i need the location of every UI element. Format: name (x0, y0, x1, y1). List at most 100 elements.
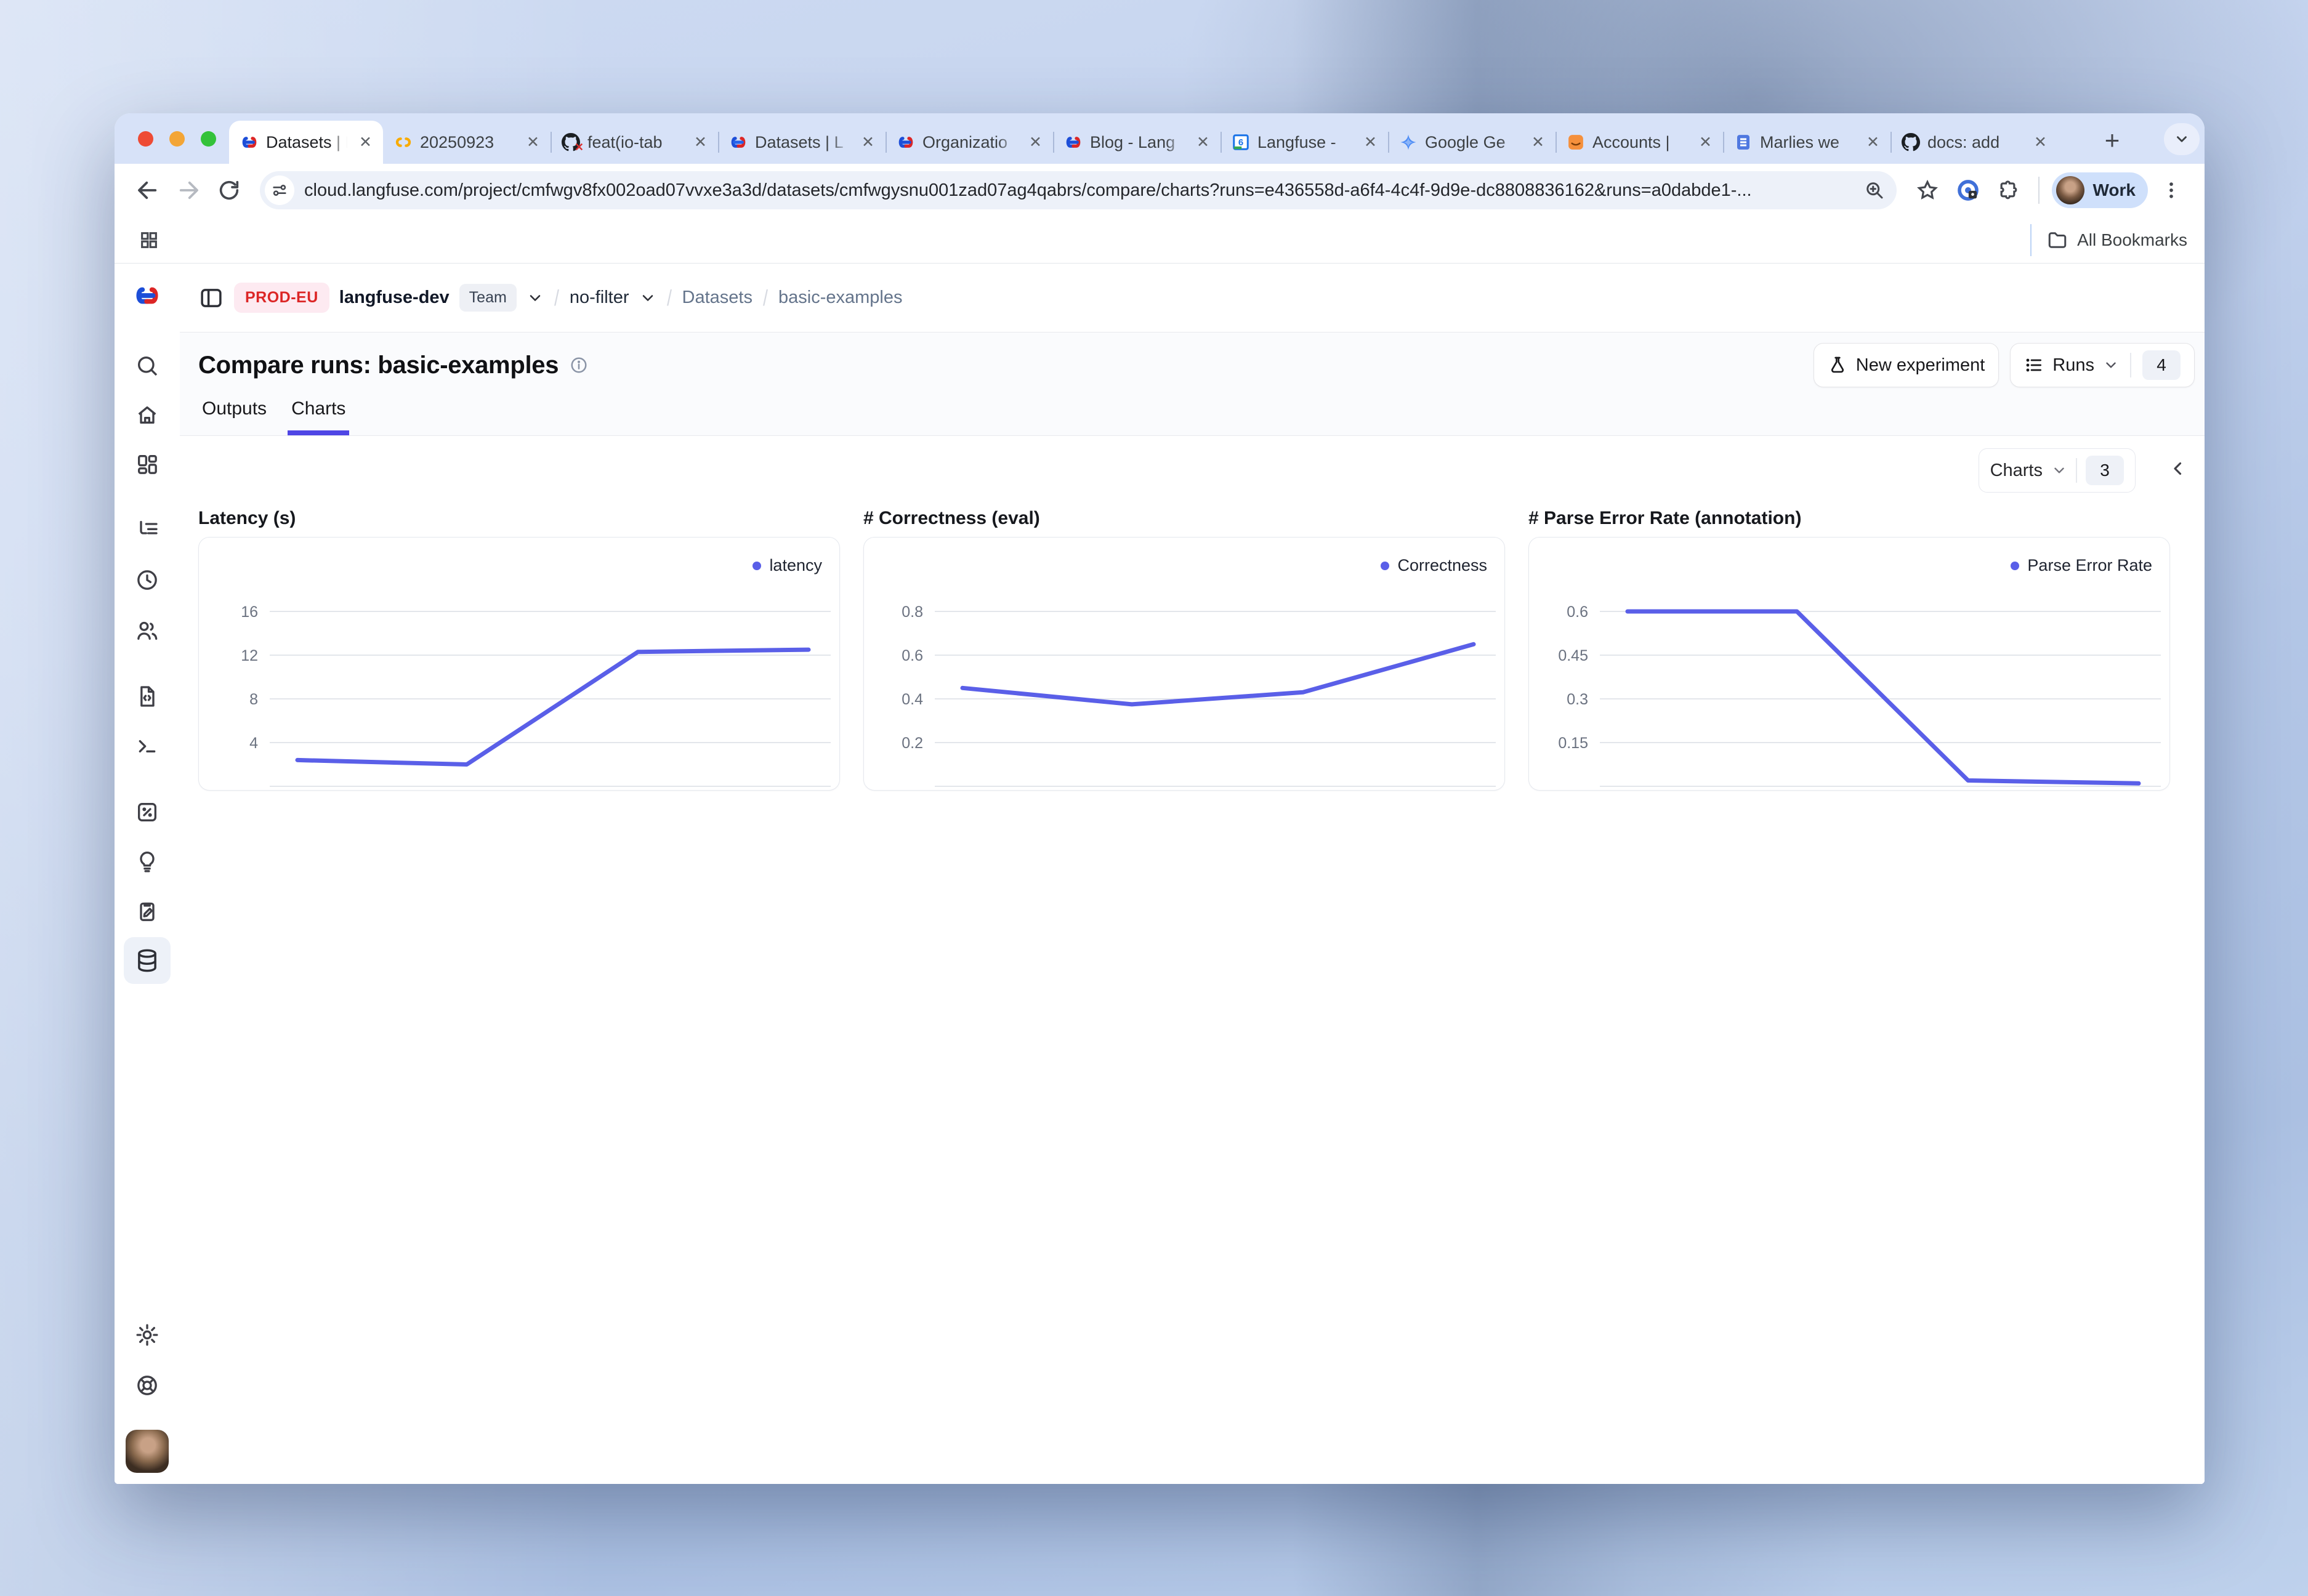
breadcrumb-separator: / (554, 285, 559, 311)
chart-card: Correctness 0.20.40.60.8 (863, 537, 1505, 791)
bookmark-star-icon[interactable] (1910, 173, 1945, 208)
tab-search-button[interactable] (2164, 123, 2200, 155)
browser-tab[interactable]: 6 Langfuse - ✕ (1221, 121, 1388, 164)
browser-tab[interactable]: docs: add ✕ (1890, 121, 2058, 164)
browser-tab[interactable]: Organizatio ✕ (886, 121, 1053, 164)
tab-close-icon[interactable]: ✕ (1529, 132, 1547, 153)
org-name[interactable]: langfuse-dev (339, 288, 450, 308)
tab-title: 20250923 (420, 133, 517, 152)
charts-filter-button[interactable]: Charts 3 (1979, 448, 2136, 493)
runs-count-badge: 4 (2142, 350, 2181, 380)
tab-close-icon[interactable]: ✕ (1027, 132, 1044, 153)
refresh-button[interactable] (212, 173, 246, 208)
tab-close-icon[interactable]: ✕ (1362, 132, 1379, 153)
back-button[interactable] (131, 173, 165, 208)
new-tab-button[interactable]: + (2096, 124, 2128, 156)
tab-outputs[interactable]: Outputs (198, 398, 270, 435)
settings-gear-icon[interactable] (135, 1323, 159, 1347)
browser-tab[interactable]: Blog - Lang ✕ (1053, 121, 1221, 164)
runs-label: Runs (2052, 355, 2094, 376)
maximize-window-button[interactable] (201, 131, 216, 147)
browser-tab[interactable]: Accounts | ✕ (1555, 121, 1723, 164)
flask-icon (1828, 355, 1847, 375)
support-lifebuoy-icon[interactable] (135, 1373, 159, 1398)
legend-dot (753, 562, 761, 570)
new-experiment-button[interactable]: New experiment (1814, 343, 1999, 387)
tab-close-icon[interactable]: ✕ (2032, 132, 2049, 153)
search-icon[interactable] (135, 353, 159, 378)
sessions-clock-icon[interactable] (135, 568, 159, 592)
tracing-icon[interactable] (135, 518, 159, 542)
breadcrumb-datasets-link[interactable]: Datasets (682, 288, 753, 308)
browser-tab-strip: Datasets | L ✕ 20250923 ✕ ✕ feat (115, 113, 2205, 164)
browser-profile-button[interactable]: Work (2052, 172, 2149, 208)
tab-close-icon[interactable]: ✕ (692, 132, 709, 153)
tab-close-icon[interactable]: ✕ (357, 132, 374, 153)
y-tick-label: 16 (241, 603, 258, 621)
button-divider (2076, 458, 2077, 483)
langfuse-app: PROD-EU langfuse-dev Team / no-filter / … (115, 264, 2205, 1484)
chevron-down-icon[interactable] (639, 289, 656, 307)
browser-menu-icon[interactable] (2154, 173, 2189, 208)
runs-button[interactable]: Runs 4 (2010, 343, 2195, 387)
forward-button[interactable] (171, 173, 206, 208)
collapse-panel-icon[interactable] (2168, 458, 2189, 479)
legend-label: latency (769, 556, 822, 575)
tab-close-icon[interactable]: ✕ (1864, 132, 1882, 153)
chevron-down-icon (2051, 462, 2067, 478)
legend-dot (2011, 562, 2019, 570)
browser-tab[interactable]: Marlies we ✕ (1723, 121, 1890, 164)
users-icon[interactable] (135, 618, 159, 643)
browser-tabs: Datasets | L ✕ 20250923 ✕ ✕ feat (229, 121, 2058, 164)
insights-lightbulb-icon[interactable] (135, 849, 159, 874)
y-tick-label: 4 (249, 735, 258, 752)
url-text[interactable]: cloud.langfuse.com/project/cmfwgv8fx002o… (304, 180, 1852, 201)
address-bar[interactable]: cloud.langfuse.com/project/cmfwgv8fx002o… (260, 171, 1897, 209)
scores-percent-icon[interactable] (135, 800, 159, 824)
tab-close-icon[interactable]: ✕ (1194, 132, 1212, 153)
prompts-file-icon[interactable] (135, 684, 159, 709)
playground-terminal-icon[interactable] (135, 734, 159, 759)
breadcrumb-dataset-name[interactable]: basic-examples (778, 288, 902, 308)
chevron-down-icon[interactable] (527, 289, 544, 307)
browser-toolbar: cloud.langfuse.com/project/cmfwgv8fx002o… (115, 164, 2205, 217)
zoom-icon[interactable] (1863, 179, 1886, 201)
browser-tab[interactable]: Google Ge ✕ (1388, 121, 1555, 164)
annotation-clipboard-icon[interactable] (135, 899, 159, 924)
new-experiment-label: New experiment (1856, 355, 1985, 376)
password-manager-icon[interactable] (1951, 173, 1985, 208)
home-icon[interactable] (135, 403, 159, 427)
apps-grid-icon[interactable] (132, 223, 166, 257)
project-name[interactable]: no-filter (570, 288, 629, 308)
info-icon[interactable] (570, 356, 588, 374)
tab-close-icon[interactable]: ✕ (524, 132, 542, 153)
aws-favicon (1567, 133, 1585, 151)
sidebar-toggle-icon[interactable] (198, 285, 224, 311)
chart-title: Latency (s) (198, 505, 840, 532)
browser-tab[interactable]: Datasets | L ✕ (718, 121, 886, 164)
tab-title: Marlies we (1760, 133, 1857, 152)
site-settings-icon[interactable] (265, 175, 294, 205)
charts-panel: Charts 3 Latency (s) latency (180, 436, 2152, 1484)
datasets-database-icon[interactable] (124, 937, 171, 984)
extensions-icon[interactable] (1991, 173, 2026, 208)
langfuse-logo[interactable] (133, 281, 161, 310)
tab-charts[interactable]: Charts (288, 398, 349, 435)
toolbar-divider (2038, 177, 2040, 204)
tab-title: feat(io-tab (587, 133, 684, 152)
chart-parse-error-rate: # Parse Error Rate (annotation) Parse Er… (1528, 505, 2170, 791)
charts-grid: Latency (s) latency 481216 # Correctness… (198, 505, 2170, 791)
all-bookmarks-label[interactable]: All Bookmarks (2077, 230, 2187, 250)
browser-tab-active[interactable]: Datasets | L ✕ (229, 121, 383, 164)
dashboards-icon[interactable] (135, 452, 159, 477)
user-avatar[interactable] (126, 1430, 169, 1473)
window-controls (138, 131, 216, 147)
chart-card: Parse Error Rate 0.150.30.450.6 (1528, 537, 2170, 791)
browser-tab[interactable]: ✕ feat(io-tab ✕ (551, 121, 718, 164)
browser-tab[interactable]: 20250923 ✕ (383, 121, 551, 164)
chart-title: # Parse Error Rate (annotation) (1528, 505, 2170, 532)
close-window-button[interactable] (138, 131, 153, 147)
minimize-window-button[interactable] (169, 131, 185, 147)
tab-close-icon[interactable]: ✕ (1697, 132, 1714, 153)
tab-close-icon[interactable]: ✕ (859, 132, 877, 153)
